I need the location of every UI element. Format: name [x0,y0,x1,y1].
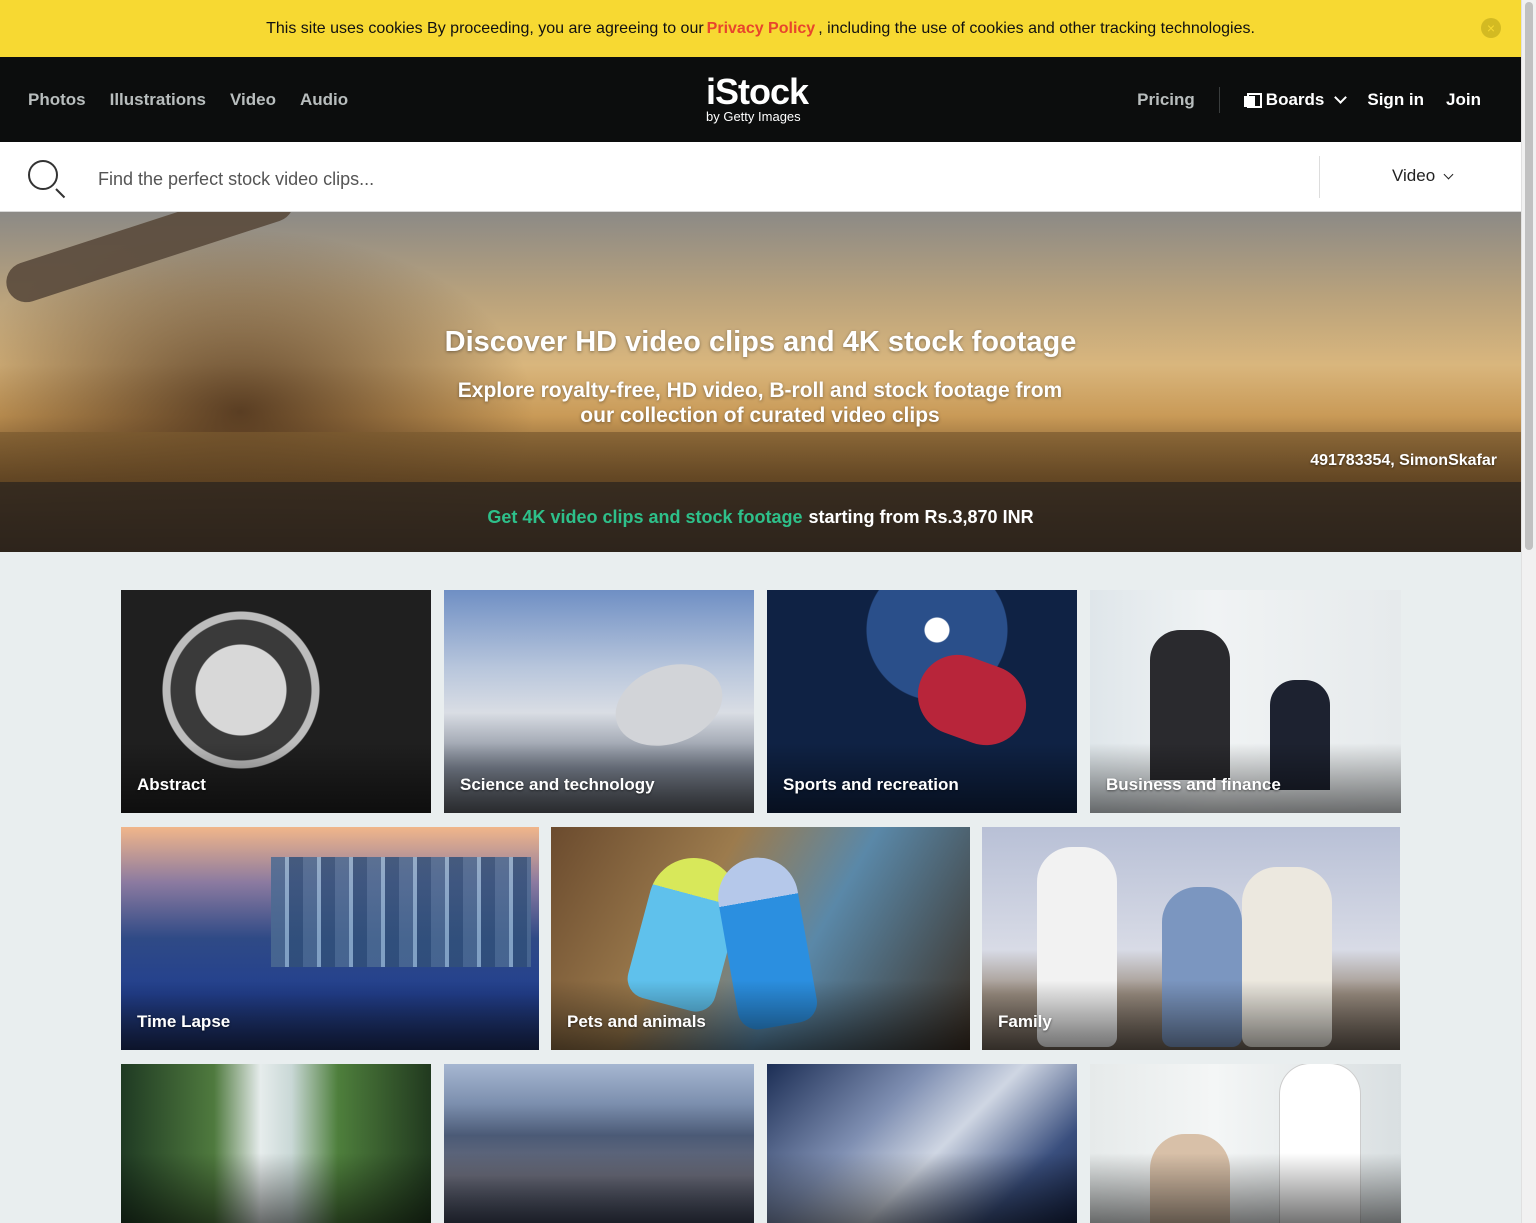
search-input[interactable] [98,164,1278,194]
privacy-policy-link[interactable]: Privacy Policy [707,20,816,38]
search-divider [1319,156,1320,198]
satellite-dish-image [604,650,734,760]
category-label: Sports and recreation [783,775,959,794]
nav-video[interactable]: Video [230,90,276,110]
category-tile-abstract[interactable]: Abstract [121,590,431,813]
search-bar: Video [0,142,1521,212]
family-member-image [1162,887,1242,1047]
hero-banner: Discover HD video clips and 4K stock foo… [0,212,1521,552]
istock-logo[interactable]: iStock by Getty Images [706,71,809,125]
nav-audio[interactable]: Audio [300,90,348,110]
category-tile-sports[interactable]: Sports and recreation [767,590,1077,813]
category-tile-time-lapse[interactable]: Time Lapse [121,827,539,1050]
user-nav: Pricing Boards Sign in Join [1137,57,1481,142]
cookie-text: This site uses cookies By proceeding, yo… [266,19,704,37]
join-link[interactable]: Join [1446,90,1481,110]
search-icon[interactable] [28,160,58,190]
scrollbar-thumb[interactable] [1525,2,1533,550]
boards-label: Boards [1265,89,1325,109]
boards-icon [1243,92,1262,108]
category-label: Time Lapse [137,1012,231,1031]
category-tile-science[interactable]: Science and technology [444,590,754,813]
category-label: Science and technology [460,775,655,794]
sign-in-link[interactable]: Sign in [1367,90,1424,110]
category-tile-family[interactable]: Family [982,827,1400,1050]
soccer-player-image [906,643,1038,757]
hero-pricing-link[interactable]: Get 4K video clips and stock footage [487,507,802,528]
scientist-image [1150,1134,1230,1223]
hero-credit[interactable]: 491783354, SimonSkafar [1310,452,1497,470]
category-tile-business[interactable]: Business and finance [1090,590,1401,813]
hero-subtitle: Explore royalty-free, HD video, B-roll a… [457,379,1063,427]
category-tile-lab[interactable] [1090,1064,1401,1223]
chevron-down-icon [1334,90,1348,104]
category-label: Business and finance [1106,775,1281,794]
category-label: Abstract [137,775,206,794]
category-label: Family [998,1012,1052,1031]
media-type-select[interactable]: Video [1392,166,1454,186]
business-person-image [1270,680,1330,790]
category-tile-towers[interactable] [767,1064,1077,1223]
nav-illustrations[interactable]: Illustrations [110,90,206,110]
close-icon[interactable]: × [1481,18,1501,38]
main-nav: Photos Illustrations Video Audio [28,57,348,142]
logo-subtitle: by Getty Images [706,109,801,124]
family-member-image [1242,867,1332,1047]
nav-photos[interactable]: Photos [28,90,86,110]
business-person-image [1150,630,1230,780]
page-scrollbar[interactable] [1521,0,1536,1223]
cookie-text-after: , including the use of cookies and other… [818,19,1255,37]
category-tile-city[interactable] [444,1064,754,1223]
category-tile-waterfall[interactable] [121,1064,431,1223]
scientist-image [1280,1064,1360,1223]
category-label: Pets and animals [567,1012,706,1031]
cookie-banner: This site uses cookies By proceeding, yo… [0,0,1521,57]
logo-wordmark: iStock [706,71,809,112]
parakeet-image [711,851,821,1033]
boards-menu[interactable]: Boards [1243,89,1348,110]
site-header: Photos Illustrations Video Audio iStock … [0,57,1521,142]
hero-image-plane [1,212,299,308]
hero-title: Discover HD video clips and 4K stock foo… [444,326,1077,358]
hero-pricing-text: starting from Rs.3,870 INR [808,506,1034,527]
media-type-label: Video [1392,166,1436,185]
city-skyline-image [271,857,531,967]
hero-pricing-band: Get 4K video clips and stock footage sta… [0,482,1521,552]
category-tile-pets[interactable]: Pets and animals [551,827,970,1050]
nav-pricing[interactable]: Pricing [1137,86,1220,113]
chevron-down-icon [1443,169,1454,179]
